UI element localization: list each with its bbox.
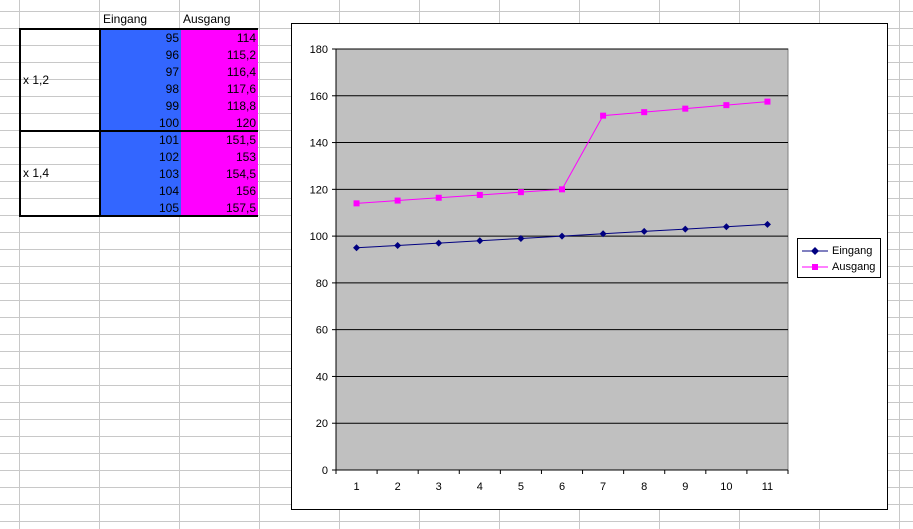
x-tick-label: 8	[641, 481, 647, 493]
data-point-ausgang	[394, 197, 401, 204]
eingang-cell[interactable]: 95	[166, 30, 179, 47]
y-tick-label: 160	[310, 91, 328, 103]
y-tick-label: 180	[310, 44, 328, 56]
eingang-cell[interactable]: 104	[159, 183, 179, 200]
data-point-ausgang	[723, 102, 730, 109]
legend-label-ausgang: Ausgang	[832, 261, 876, 273]
x-tick-label: 4	[477, 481, 483, 493]
ausgang-cell[interactable]: 117,6	[227, 81, 256, 98]
ausgang-column: 151,5 153 154,5 156 157,5	[181, 132, 258, 215]
plot-area	[335, 48, 789, 471]
data-point-ausgang	[517, 189, 524, 196]
data-point-ausgang	[435, 194, 442, 201]
y-tick-label: 20	[316, 418, 328, 430]
data-point-ausgang	[559, 186, 565, 193]
y-tick-label: 120	[310, 184, 328, 196]
x-tick-label: 5	[518, 481, 524, 493]
data-table: 95 96 97 98 99 100 114 115,2 116,4 117,6 118,8 120 x…	[19, 28, 260, 217]
square-marker-icon	[802, 264, 828, 270]
x-tick-label: 6	[559, 481, 565, 493]
x-tick-label: 2	[395, 481, 401, 493]
chart-legend[interactable]: Eingang Ausgang	[797, 238, 881, 278]
x-tick-label: 3	[436, 481, 442, 493]
table-group: 95 96 97 98 99 100 114 115,2 116,4 117,6 118,8 120 x…	[19, 28, 258, 132]
data-point-ausgang	[682, 105, 689, 112]
y-tick-label: 100	[310, 231, 328, 243]
diamond-marker-icon	[802, 247, 828, 255]
eingang-cell[interactable]: 101	[159, 132, 179, 149]
ausgang-cell[interactable]: 118,8	[227, 98, 256, 115]
ausgang-cell[interactable]: 157,5	[226, 200, 256, 217]
data-point-ausgang	[600, 112, 607, 119]
ausgang-cell[interactable]: 114	[237, 30, 256, 47]
y-tick-label: 60	[316, 325, 328, 337]
eingang-cell[interactable]: 99	[166, 98, 179, 115]
x-tick-label: 10	[720, 481, 732, 493]
ausgang-column: 114 115,2 116,4 117,6 118,8 120	[181, 30, 258, 130]
eingang-cell[interactable]: 97	[166, 64, 179, 81]
header-ausgang[interactable]: Ausgang	[183, 11, 230, 28]
chart-frame[interactable]: 0 20 40 60 80 100 120 140 160 180 1 2 3 4 5 6 7 8 9 10 11 Ei…	[291, 23, 888, 510]
eingang-cell[interactable]: 102	[159, 149, 179, 166]
eingang-cell[interactable]: 98	[166, 81, 179, 98]
eingang-cell[interactable]: 103	[159, 166, 179, 183]
multiplier-label[interactable]: x 1,2	[23, 73, 49, 87]
data-point-ausgang	[353, 200, 360, 207]
x-tick-label: 1	[353, 481, 359, 493]
ausgang-cell[interactable]: 154,5	[226, 166, 256, 183]
ausgang-cell[interactable]: 156	[236, 183, 256, 200]
eingang-cell[interactable]: 105	[159, 200, 179, 217]
eingang-column: 101 102 103 104 105	[101, 132, 181, 215]
y-tick-label: 40	[316, 371, 328, 383]
header-eingang[interactable]: Eingang	[103, 11, 147, 28]
ausgang-cell[interactable]: 116,4	[227, 64, 256, 81]
ausgang-cell[interactable]: 115,2	[227, 47, 256, 64]
data-point-ausgang	[764, 98, 771, 105]
spreadsheet-area[interactable]: Eingang Ausgang 95 96 97 98 99 100 114 115,2 116…	[0, 0, 913, 529]
y-tick-label: 140	[310, 138, 328, 150]
ausgang-cell[interactable]: 153	[236, 149, 256, 166]
eingang-cell[interactable]: 96	[166, 47, 179, 64]
x-tick-label: 7	[600, 481, 606, 493]
column-separator	[99, 132, 101, 215]
y-tick-label: 80	[316, 278, 328, 290]
legend-label-eingang: Eingang	[832, 245, 873, 257]
x-tick-label: 9	[682, 481, 688, 493]
y-tick-label: 0	[322, 465, 328, 477]
table-group: 101 102 103 104 105 151,5 153 154,5 156 157,5 x 1,…	[19, 130, 258, 217]
column-separator	[99, 30, 101, 130]
multiplier-label[interactable]: x 1,4	[23, 166, 49, 180]
data-point-ausgang	[476, 191, 483, 198]
eingang-column: 95 96 97 98 99 100	[101, 30, 181, 130]
x-tick-label: 11	[762, 481, 773, 493]
data-point-ausgang	[641, 109, 648, 116]
ausgang-cell[interactable]: 151,5	[226, 132, 256, 149]
